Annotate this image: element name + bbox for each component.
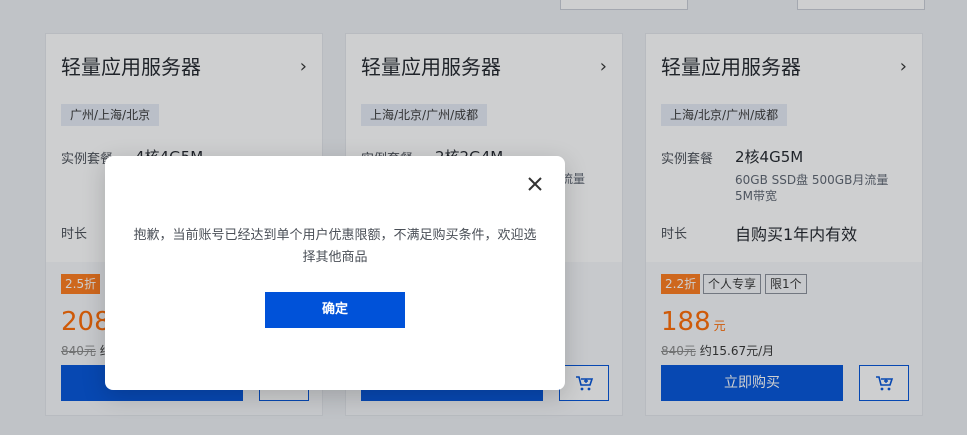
alert-dialog: 抱歉，当前账号已经达到单个用户优惠限额，不满足购买条件，欢迎选择其他商品 确定 <box>105 156 565 390</box>
dialog-message: 抱歉，当前账号已经达到单个用户优惠限额，不满足购买条件，欢迎选择其他商品 <box>133 228 537 265</box>
close-icon[interactable] <box>527 176 543 192</box>
confirm-button[interactable]: 确定 <box>265 292 405 328</box>
